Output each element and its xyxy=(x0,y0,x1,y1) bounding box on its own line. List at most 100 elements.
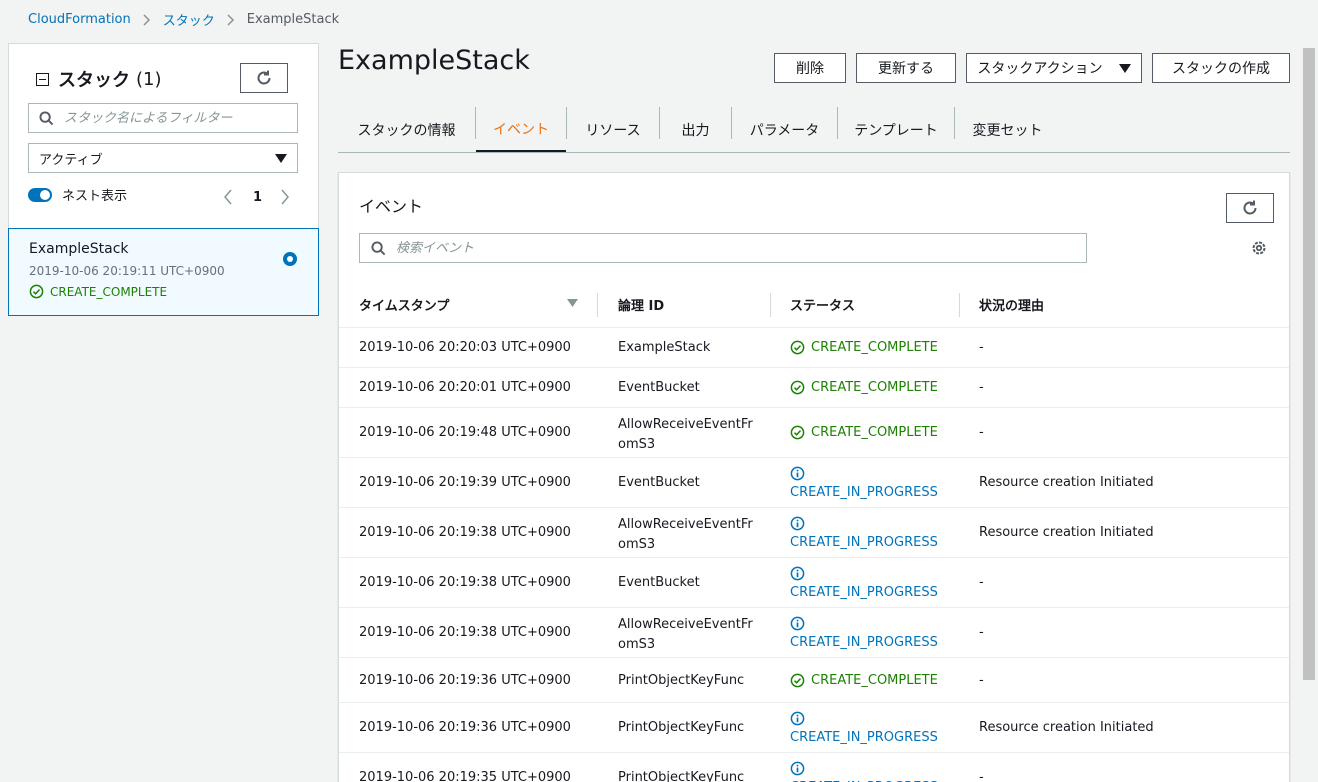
tab-outputs[interactable]: 出力 xyxy=(660,107,731,152)
events-panel: イベント タイムスタンプ 論理 ID ステータス 状況の理由 2019-10-0… xyxy=(338,172,1290,782)
column-divider xyxy=(959,293,960,317)
page-scrollbar-thumb[interactable] xyxy=(1303,48,1315,680)
event-logical-id: PrintObjectKeyFunc xyxy=(618,720,745,735)
event-status: CREATE_COMPLETE xyxy=(790,673,938,688)
event-logical-id-line1: AllowReceiveEventFr xyxy=(618,417,753,432)
tab-events[interactable]: イベント xyxy=(476,107,566,152)
tab-change-sets[interactable]: 変更セット xyxy=(955,107,1060,152)
event-status-reason: - xyxy=(979,425,984,440)
pagination: 1 xyxy=(223,189,290,205)
table-row: 2019-10-06 20:19:38 UTC+0900 EventBucket C… xyxy=(339,557,1289,607)
event-timestamp: 2019-10-06 20:19:35 UTC+0900 xyxy=(359,770,571,782)
table-row: 2019-10-06 20:19:36 UTC+0900 PrintObjectK… xyxy=(339,702,1289,752)
sort-desc-icon[interactable] xyxy=(567,299,578,307)
column-header-timestamp[interactable]: タイムスタンプ xyxy=(359,295,449,314)
column-header-status[interactable]: ステータス xyxy=(790,295,855,314)
event-timestamp: 2019-10-06 20:19:38 UTC+0900 xyxy=(359,525,571,540)
event-logical-id: EventBucket xyxy=(618,380,700,395)
events-refresh-button[interactable] xyxy=(1226,193,1274,223)
chevron-right-icon xyxy=(227,13,235,26)
event-logical-id-line1: AllowReceiveEventFr xyxy=(618,617,753,632)
event-status-label: CREATE_COMPLETE xyxy=(811,340,938,355)
event-status: CREATE_IN_PROGRESS xyxy=(790,513,938,553)
table-row: 2019-10-06 20:20:01 UTC+0900 EventBucket C… xyxy=(339,367,1289,407)
event-status-label: CREATE_IN_PROGRESS xyxy=(790,535,938,550)
info-icon xyxy=(790,516,805,530)
event-logical-id-line2: omS3 xyxy=(618,637,656,652)
delete-button[interactable]: 削除 xyxy=(774,53,846,83)
column-header-reason[interactable]: 状況の理由 xyxy=(979,295,1044,314)
update-button[interactable]: 更新する xyxy=(856,53,956,83)
event-timestamp: 2019-10-06 20:19:39 UTC+0900 xyxy=(359,475,571,490)
stack-status: CREATE_COMPLETE xyxy=(29,284,167,299)
chevron-left-icon[interactable] xyxy=(223,189,233,205)
event-timestamp: 2019-10-06 20:19:36 UTC+0900 xyxy=(359,720,571,735)
stack-filter-field[interactable] xyxy=(28,103,298,133)
stacks-count: (1) xyxy=(136,68,162,90)
event-status-reason: - xyxy=(979,575,984,590)
info-icon xyxy=(790,761,805,775)
stack-name: ExampleStack xyxy=(29,241,129,257)
stack-radio-selected[interactable] xyxy=(283,252,297,266)
event-status-reason: - xyxy=(979,770,984,782)
nested-view-toggle-group: ネスト表示 xyxy=(28,185,127,204)
event-timestamp: 2019-10-06 20:19:38 UTC+0900 xyxy=(359,575,571,590)
status-filter-value: アクティブ xyxy=(39,152,103,168)
event-logical-id-line2: omS3 xyxy=(618,437,656,452)
current-page[interactable]: 1 xyxy=(253,190,262,205)
chevron-right-icon[interactable] xyxy=(280,189,290,205)
stack-filter-input[interactable] xyxy=(64,110,297,126)
breadcrumb-stacks[interactable]: スタック xyxy=(163,10,215,29)
event-status-label: CREATE_IN_PROGRESS xyxy=(790,778,938,782)
status-filter-select[interactable]: アクティブ xyxy=(28,143,298,173)
caret-down-icon xyxy=(1118,63,1131,73)
create-stack-button[interactable]: スタックの作成 xyxy=(1152,53,1290,83)
stack-status-label: CREATE_COMPLETE xyxy=(50,284,168,299)
collapse-icon[interactable] xyxy=(36,72,49,86)
event-status-label: CREATE_IN_PROGRESS xyxy=(790,585,938,600)
events-search-field[interactable] xyxy=(359,233,1087,263)
info-icon xyxy=(790,466,805,480)
event-status-reason: Resource creation Initiated xyxy=(979,720,1154,735)
stacks-refresh-button[interactable] xyxy=(240,63,288,93)
table-row: 2019-10-06 20:19:39 UTC+0900 EventBucket C… xyxy=(339,457,1289,507)
tab-resources[interactable]: リソース xyxy=(567,107,659,152)
search-icon xyxy=(371,240,386,255)
nested-view-toggle[interactable] xyxy=(28,187,52,202)
refresh-icon xyxy=(1243,200,1257,215)
event-logical-id: AllowReceiveEventFr omS3 xyxy=(618,615,753,655)
event-status: CREATE_IN_PROGRESS xyxy=(790,563,938,603)
event-logical-id: EventBucket xyxy=(618,575,700,590)
event-status-reason: - xyxy=(979,673,984,688)
check-circle-icon xyxy=(790,380,805,395)
tab-stack-info[interactable]: スタックの情報 xyxy=(338,107,475,152)
event-status-label: CREATE_IN_PROGRESS xyxy=(790,635,938,650)
refresh-icon xyxy=(257,70,271,85)
event-logical-id: EventBucket xyxy=(618,475,700,490)
event-logical-id: AllowReceiveEventFr omS3 xyxy=(618,515,753,555)
tab-parameters[interactable]: パラメータ xyxy=(732,107,837,152)
breadcrumb-cloudformation[interactable]: CloudFormation xyxy=(28,12,131,27)
info-icon xyxy=(790,566,805,580)
event-status-reason: - xyxy=(979,625,984,640)
tab-bar: スタックの情報 イベント リソース 出力 パラメータ テンプレート 変更セット xyxy=(338,107,1290,153)
search-icon xyxy=(39,110,54,125)
stacks-panel-header: スタック (1) xyxy=(36,66,162,92)
stack-list-item[interactable]: ExampleStack 2019-10-06 20:19:11 UTC+090… xyxy=(8,228,319,316)
gear-icon[interactable] xyxy=(1250,239,1268,261)
breadcrumb: CloudFormation スタック ExampleStack xyxy=(28,10,339,29)
event-status-label: CREATE_COMPLETE xyxy=(811,673,938,688)
column-header-logical-id[interactable]: 論理 ID xyxy=(618,295,664,314)
events-search-input[interactable] xyxy=(396,240,1086,256)
tab-template[interactable]: テンプレート xyxy=(838,107,954,152)
event-status: CREATE_IN_PROGRESS xyxy=(790,613,938,653)
event-status-reason: Resource creation Initiated xyxy=(979,525,1154,540)
stack-actions-button[interactable]: スタックアクション xyxy=(966,53,1142,83)
event-logical-id: AllowReceiveEventFr omS3 xyxy=(618,415,753,455)
stacks-panel-title: スタック xyxy=(58,70,130,91)
table-row: 2019-10-06 20:19:48 UTC+0900 AllowReceive… xyxy=(339,407,1289,457)
event-status-reason: Resource creation Initiated xyxy=(979,475,1154,490)
check-circle-icon xyxy=(29,284,44,299)
event-logical-id-line1: AllowReceiveEventFr xyxy=(618,517,753,532)
event-status: CREATE_COMPLETE xyxy=(790,340,938,355)
